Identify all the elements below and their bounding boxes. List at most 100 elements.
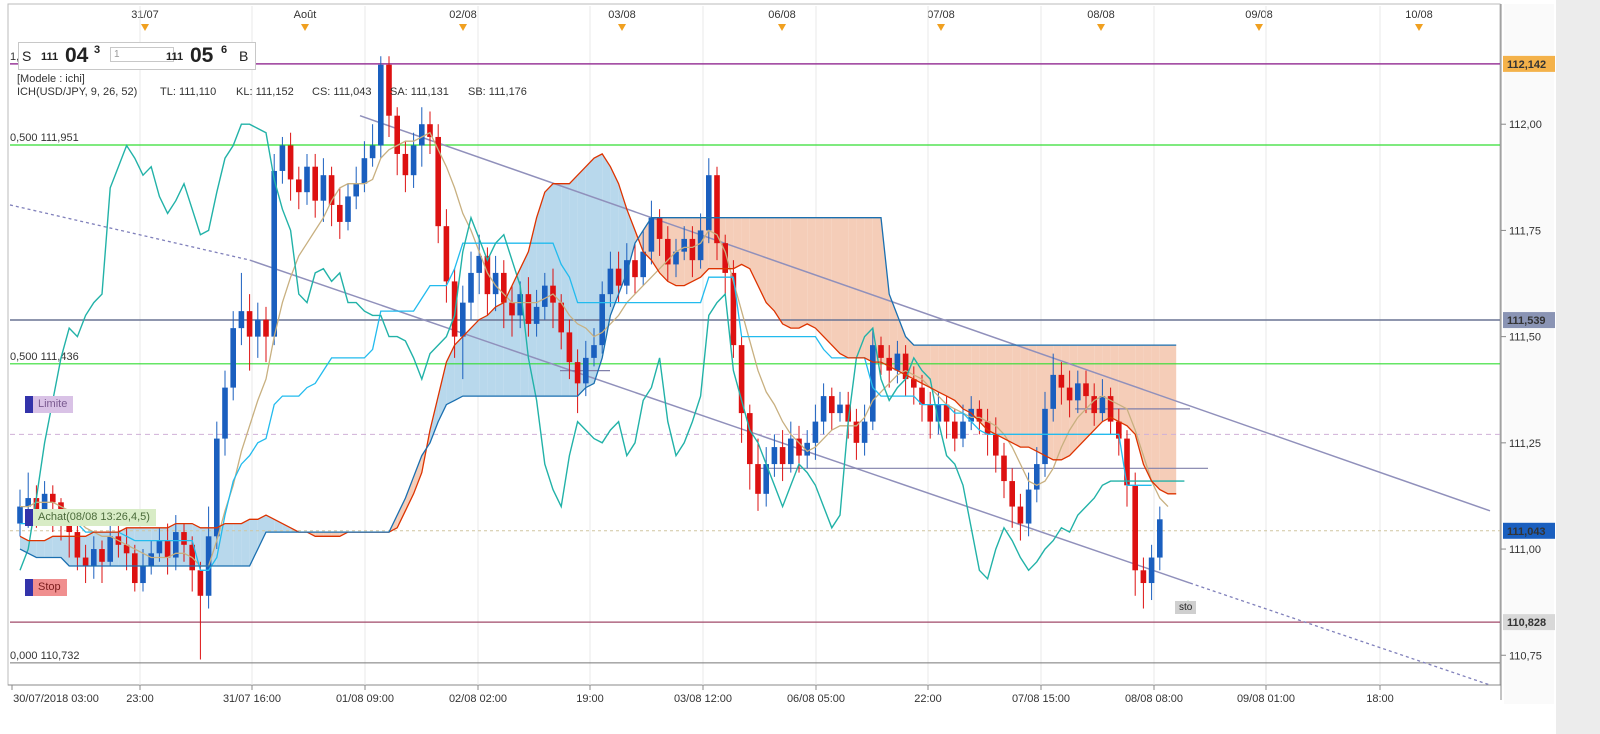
kumo-cloud — [856, 217, 865, 358]
candle-body — [419, 124, 425, 146]
kumo-cloud — [831, 217, 840, 354]
limit-order-handle[interactable] — [25, 396, 33, 413]
kumo-cloud — [733, 217, 742, 269]
limit-order-tag[interactable]: Limite — [25, 396, 74, 413]
kumo-cloud — [1020, 345, 1029, 448]
candle-body — [50, 493, 56, 503]
ichimoku-legend-item: TL: 111,110 — [160, 86, 216, 98]
candle-body — [394, 115, 400, 154]
stop-order-tag[interactable]: Stop — [25, 579, 67, 596]
y-tick-label: 111,50 — [1509, 332, 1541, 344]
candle-body — [870, 345, 876, 422]
kumo-cloud — [1028, 345, 1037, 452]
buy-order-handle[interactable] — [25, 509, 33, 526]
stop-order-handle[interactable] — [25, 579, 33, 596]
candle-body — [263, 319, 269, 337]
candle-body — [230, 328, 236, 388]
candle-body — [1157, 519, 1163, 558]
price-chart[interactable]: 31/07 Août 02/08 03/08 06/08 07/08 08/08 09/08 1… — [0, 0, 1600, 734]
ask-price-pips[interactable]: 05 — [190, 44, 213, 68]
candle-body — [107, 536, 113, 562]
sell-button[interactable]: S — [22, 48, 31, 64]
kumo-cloud — [1159, 345, 1168, 494]
kumo-cloud — [995, 345, 1004, 439]
kumo-cloud — [799, 217, 808, 329]
candle-body — [1075, 383, 1081, 401]
top-date-label: Août — [294, 9, 317, 21]
fibonacci-label: 0,000 110,732 — [10, 650, 80, 662]
trade-panel: S 111 04 3 1 111 05 6 B — [18, 42, 256, 70]
candle-body — [509, 302, 515, 316]
candle-body — [378, 64, 384, 146]
bid-price-pips[interactable]: 04 — [65, 44, 88, 68]
kumo-cloud — [823, 217, 832, 346]
candle-body — [304, 166, 310, 193]
x-tick-label: 02/08 02:00 — [449, 693, 507, 705]
candle-body — [681, 238, 687, 252]
candle-body — [1025, 489, 1032, 524]
top-date-label: 07/08 — [927, 9, 955, 21]
candle-body — [648, 217, 655, 252]
candle-body — [820, 396, 827, 422]
top-date-label: 03/08 — [608, 9, 636, 21]
x-tick-label: 06/08 05:00 — [787, 693, 845, 705]
kumo-cloud — [1004, 345, 1013, 443]
price-box-label: 111,539 — [1507, 315, 1546, 327]
kumo-cloud — [454, 336, 463, 401]
candle-body — [369, 145, 376, 159]
candle-body — [361, 158, 368, 184]
candle-body — [886, 357, 892, 371]
kumo-cloud — [1094, 345, 1103, 431]
candle-body — [1009, 481, 1015, 507]
candle-body — [1050, 374, 1056, 409]
candle-body — [615, 268, 622, 286]
candle-body — [1017, 506, 1024, 524]
buy-order-tag[interactable]: Achat(08/08 13:26,4,5) — [25, 509, 156, 526]
kumo-cloud — [963, 345, 972, 414]
kumo-cloud — [872, 217, 881, 363]
y-tick-label: 111,75 — [1509, 225, 1541, 237]
candle-body — [181, 532, 187, 545]
top-date-label: 10/08 — [1405, 9, 1433, 21]
kumo-cloud — [766, 217, 775, 312]
window-edge — [1556, 0, 1600, 734]
ichimoku-legend-item: KL: 111,152 — [236, 86, 294, 98]
price-axis-panel — [1504, 4, 1554, 704]
candle-body — [788, 438, 794, 465]
candle-body — [246, 311, 253, 337]
bid-price-fraction: 3 — [94, 44, 101, 56]
candle-body — [599, 294, 605, 346]
candle-body — [656, 217, 663, 239]
candle-body — [197, 570, 204, 596]
candle-body — [1066, 387, 1073, 401]
candle-body — [525, 294, 532, 324]
candle-body — [427, 124, 433, 137]
candle-body — [337, 204, 343, 222]
candle-body — [1132, 485, 1138, 571]
candle-body — [353, 183, 359, 197]
top-date-label: 09/08 — [1245, 9, 1273, 21]
candle-body — [607, 268, 614, 295]
candle-body — [271, 170, 277, 337]
candle-body — [533, 306, 540, 324]
x-tick-label: 09/08 01:00 — [1237, 693, 1295, 705]
kumo-cloud — [241, 519, 250, 567]
ask-price-fraction: 6 — [221, 44, 228, 56]
kumo-cloud — [495, 302, 504, 397]
kumo-cloud — [1168, 345, 1177, 494]
candle-body — [451, 281, 458, 337]
x-tick-label: 19:00 — [576, 693, 604, 705]
candle-body — [214, 438, 220, 537]
buy-button[interactable]: B — [239, 48, 248, 64]
candle-body — [296, 179, 302, 193]
candle-body — [1140, 570, 1147, 584]
candle-body — [164, 540, 171, 558]
candle-body — [837, 404, 843, 414]
candle-body — [689, 238, 696, 261]
candle-body — [320, 175, 327, 201]
x-tick-label: 31/07 16:00 — [223, 693, 281, 705]
quantity-input[interactable]: 1 — [110, 47, 174, 62]
kumo-cloud — [954, 345, 963, 409]
kumo-cloud — [462, 328, 471, 397]
y-tick-label: 111,25 — [1509, 438, 1541, 450]
